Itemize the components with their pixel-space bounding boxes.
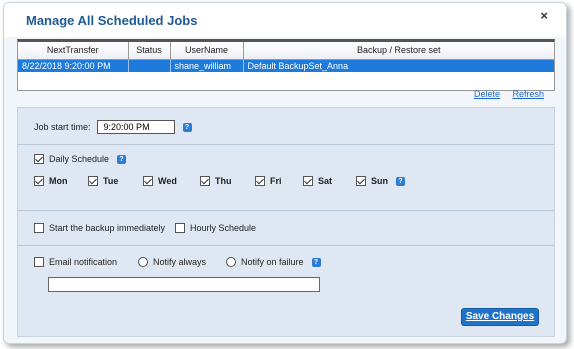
column-header-next-transfer[interactable]: NextTransfer (18, 42, 129, 60)
day-mon[interactable]: Mon (34, 176, 68, 186)
daily-schedule-label: Daily Schedule (49, 154, 110, 164)
job-start-time-input[interactable] (96, 120, 175, 134)
cell-username: shane_william (170, 59, 244, 72)
notify-failure-radio[interactable] (226, 257, 236, 267)
day-label: Wed (158, 176, 177, 186)
start-immediately-label: Start the backup immediately (49, 223, 166, 233)
job-settings-panel: Job start time: ? Daily Schedule ? Mon T… (17, 107, 555, 337)
help-icon[interactable]: ? (311, 257, 321, 267)
daily-schedule-section: Daily Schedule ? Mon Tue Wed Thu Fri Sat (18, 145, 554, 211)
column-header-status[interactable]: Status (128, 42, 171, 60)
refresh-link[interactable]: Refresh (512, 89, 544, 99)
column-header-username[interactable]: UserName (170, 42, 244, 60)
day-thu[interactable]: Thu (200, 176, 232, 186)
options-section: Start the backup immediately Hourly Sche… (18, 211, 554, 246)
table-row[interactable]: 8/22/2018 9:20:00 PM shane_william Defau… (18, 59, 554, 72)
hourly-schedule-label: Hourly Schedule (190, 223, 257, 233)
job-start-section: Job start time: ? (18, 108, 554, 145)
day-checkbox[interactable] (143, 176, 153, 186)
day-label: Mon (49, 176, 68, 186)
day-label: Tue (103, 176, 119, 186)
day-sat[interactable]: Sat (303, 176, 332, 186)
column-header-backup-set[interactable]: Backup / Restore set (243, 42, 554, 60)
dialog-titlebar: Manage All Scheduled Jobs × (4, 3, 566, 37)
manage-jobs-dialog: Manage All Scheduled Jobs × NextTransfer… (3, 2, 567, 344)
email-notification-label: Email notification (49, 257, 118, 267)
dialog-title: Manage All Scheduled Jobs (26, 13, 198, 28)
cell-next-transfer: 8/22/2018 9:20:00 PM (18, 59, 129, 72)
day-wed[interactable]: Wed (143, 176, 177, 186)
day-fri[interactable]: Fri (255, 176, 282, 186)
job-start-label: Job start time: (34, 122, 91, 132)
cell-status (128, 59, 171, 72)
daily-schedule-checkbox[interactable] (34, 154, 44, 164)
start-immediately-checkbox[interactable] (34, 223, 44, 233)
save-changes-button[interactable]: Save Changes (461, 308, 539, 326)
notify-always-radio[interactable] (138, 257, 148, 267)
day-checkbox[interactable] (88, 176, 98, 186)
close-icon[interactable]: × (540, 8, 548, 23)
notify-always-label: Notify always (153, 257, 207, 267)
day-tue[interactable]: Tue (88, 176, 118, 186)
day-label: Sat (318, 176, 333, 186)
delete-link[interactable]: Delete (474, 89, 500, 99)
day-checkbox[interactable] (356, 176, 366, 186)
help-icon[interactable]: ? (117, 154, 127, 164)
day-checkbox[interactable] (200, 176, 210, 186)
email-notification-checkbox[interactable] (34, 257, 44, 267)
day-checkbox[interactable] (303, 176, 313, 186)
email-input[interactable] (48, 277, 320, 292)
hourly-schedule-checkbox[interactable] (175, 223, 185, 233)
notify-failure-label: Notify on failure (241, 257, 304, 267)
cell-backup-set: Default BackupSet_Anna (243, 59, 554, 72)
help-icon[interactable]: ? (182, 122, 192, 132)
day-label: Fri (270, 176, 282, 186)
day-checkbox[interactable] (255, 176, 265, 186)
day-sun[interactable]: Sun ? (356, 176, 405, 186)
day-label: Thu (215, 176, 232, 186)
table-links: Delete Refresh (464, 89, 544, 99)
day-checkbox[interactable] (34, 176, 44, 186)
day-label: Sun (371, 176, 388, 186)
jobs-table: NextTransfer Status UserName Backup / Re… (17, 39, 555, 91)
help-icon[interactable]: ? (396, 176, 405, 186)
email-section: Email notification Notify always Notify … (18, 246, 554, 298)
